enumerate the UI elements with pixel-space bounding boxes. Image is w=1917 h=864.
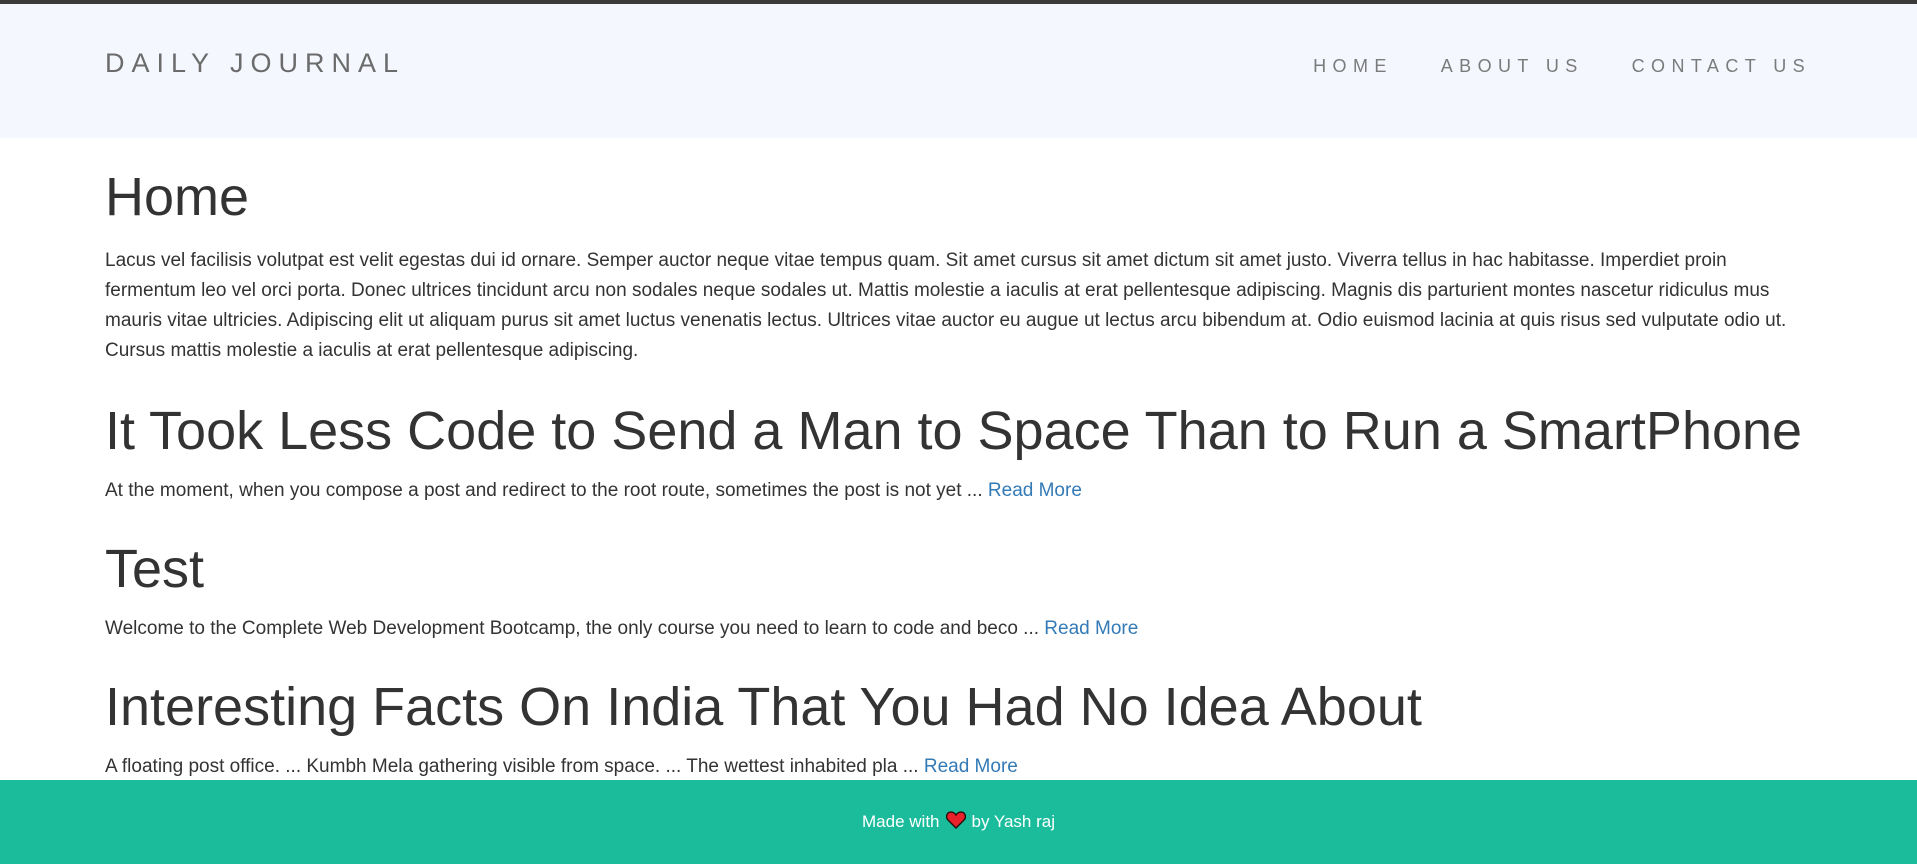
navbar: DAILY JOURNAL HOME ABOUT US CONTACT US bbox=[0, 4, 1917, 138]
footer: Made with by Yash raj bbox=[0, 780, 1917, 864]
post-title: Test bbox=[105, 539, 205, 599]
page-title: Home bbox=[105, 167, 250, 227]
nav-contact-link[interactable]: CONTACT US bbox=[1632, 56, 1811, 77]
post-item: Test Welcome to the Complete Web Develop… bbox=[105, 538, 1812, 644]
post-excerpt-text: A floating post office. ... Kumbh Mela g… bbox=[105, 756, 924, 777]
post-item: It Took Less Code to Send a Man to Space… bbox=[105, 400, 1812, 506]
footer-made-with: Made with bbox=[862, 812, 940, 831]
read-more-link[interactable]: Read More bbox=[988, 480, 1082, 501]
footer-author: by Yash raj bbox=[971, 812, 1055, 831]
main-nav: HOME ABOUT US CONTACT US bbox=[1313, 56, 1811, 77]
read-more-link[interactable]: Read More bbox=[1044, 618, 1138, 639]
main-content: Home Lacus vel facilisis volutpat est ve… bbox=[0, 166, 1917, 782]
post-title: It Took Less Code to Send a Man to Space… bbox=[105, 401, 1803, 461]
post-excerpt-text: Welcome to the Complete Web Development … bbox=[105, 618, 1045, 639]
intro-paragraph: Lacus vel facilisis volutpat est velit e… bbox=[105, 250, 1787, 361]
nav-home-link[interactable]: HOME bbox=[1313, 56, 1393, 77]
post-excerpt: At the moment, when you compose a post a… bbox=[105, 476, 1812, 506]
post-excerpt-text: At the moment, when you compose a post a… bbox=[105, 480, 988, 501]
post-excerpt: A floating post office. ... Kumbh Mela g… bbox=[105, 752, 1812, 782]
post-excerpt: Welcome to the Complete Web Development … bbox=[105, 614, 1812, 644]
heart-icon bbox=[945, 810, 966, 834]
read-more-link[interactable]: Read More bbox=[924, 756, 1018, 777]
post-title: Interesting Facts On India That You Had … bbox=[105, 677, 1422, 737]
brand-logo-link[interactable]: DAILY JOURNAL bbox=[105, 48, 405, 79]
post-item: Interesting Facts On India That You Had … bbox=[105, 676, 1812, 782]
nav-about-link[interactable]: ABOUT US bbox=[1441, 56, 1584, 77]
